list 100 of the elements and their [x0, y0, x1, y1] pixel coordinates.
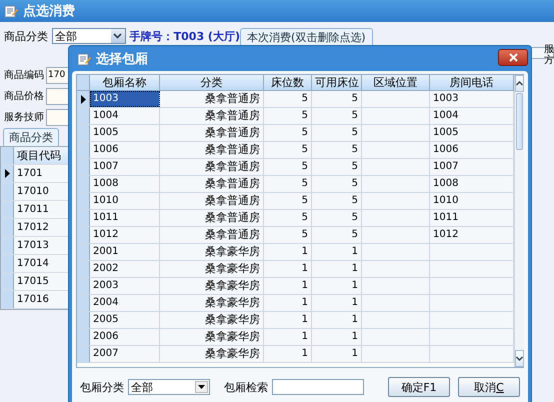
- table-cell[interactable]: 桑拿普通房: [160, 176, 264, 192]
- table-cell[interactable]: 5: [312, 125, 362, 141]
- table-cell[interactable]: 1: [312, 278, 362, 294]
- field-label: 商品编码: [4, 68, 44, 82]
- close-button[interactable]: [498, 49, 528, 66]
- dialog-title: 选择包厢: [96, 50, 148, 68]
- table-cell[interactable]: 5: [312, 142, 362, 158]
- table-cell-text: 17016: [16, 294, 50, 305]
- column-header: 项目代码: [16, 148, 62, 163]
- column-header: 区域位置: [362, 75, 430, 90]
- table-cell[interactable]: 5: [264, 108, 312, 124]
- table-cell[interactable]: 5: [312, 227, 362, 243]
- close-icon: [508, 53, 518, 62]
- scroll-down-icon: [516, 356, 523, 361]
- table-cell[interactable]: 桑拿豪华房: [160, 329, 264, 345]
- edit-icon: [77, 52, 91, 66]
- table-cell[interactable]: 5: [264, 91, 312, 107]
- table-cell[interactable]: 1: [312, 312, 362, 328]
- table-cell[interactable]: 1005: [90, 125, 160, 141]
- scroll-up-icon: [516, 81, 523, 86]
- field-label: 服务技师: [4, 110, 44, 124]
- table-cell[interactable]: 5: [264, 125, 312, 141]
- table-cell[interactable]: 5: [312, 159, 362, 175]
- table-cell[interactable]: 1008: [90, 176, 160, 192]
- category-dropdown[interactable]: 全部: [52, 28, 126, 44]
- table-cell[interactable]: 1011: [90, 210, 160, 226]
- column-header: 服: [544, 44, 554, 55]
- table-cell[interactable]: 2005: [90, 312, 160, 328]
- table-cell[interactable]: 1: [312, 261, 362, 277]
- table-cell[interactable]: 桑拿豪华房: [160, 278, 264, 294]
- table-cell-text: 17014: [16, 258, 50, 269]
- column-header: 包厢名称: [90, 75, 160, 90]
- table-cell[interactable]: 桑拿普通房: [160, 193, 264, 209]
- field-label: 商品价格: [4, 90, 44, 103]
- vertical-scrollbar[interactable]: [514, 75, 524, 367]
- room-type-dropdown[interactable]: 全部: [128, 379, 210, 395]
- table-cell[interactable]: 1012: [90, 227, 160, 243]
- table-cell[interactable]: 2002: [90, 261, 160, 277]
- table-cell[interactable]: 桑拿普通房: [160, 125, 264, 141]
- table-cell[interactable]: 1: [264, 346, 312, 362]
- table-cell-text: 17013: [16, 240, 50, 251]
- table-cell[interactable]: 1: [312, 244, 362, 260]
- table-cell[interactable]: 5: [264, 142, 312, 158]
- table-cell[interactable]: 1010: [90, 193, 160, 209]
- search-field[interactable]: [272, 379, 364, 395]
- table-cell[interactable]: 5: [312, 176, 362, 192]
- field-label: 商品分类: [4, 28, 48, 44]
- table-cell[interactable]: 桑拿普通房: [160, 142, 264, 158]
- table-cell[interactable]: 5: [264, 159, 312, 175]
- table-cell[interactable]: 1004: [90, 108, 160, 124]
- table-cell[interactable]: 桑拿普通房: [160, 159, 264, 175]
- edit-icon: [4, 4, 18, 18]
- table-cell[interactable]: 桑拿普通房: [160, 227, 264, 243]
- table-cell[interactable]: 桑拿普通房: [160, 210, 264, 226]
- scrollbar-thumb[interactable]: [516, 93, 523, 150]
- table-cell[interactable]: 2003: [90, 278, 160, 294]
- column-header: 床位数: [264, 75, 312, 90]
- table-cell[interactable]: 桑拿豪华房: [160, 244, 264, 260]
- table-cell[interactable]: 1003: [90, 91, 160, 107]
- table-cell-text: 1701: [16, 168, 44, 179]
- table-cell[interactable]: 桑拿豪华房: [160, 295, 264, 311]
- table-cell[interactable]: 2001: [90, 244, 160, 260]
- column-header: 可用床位: [312, 75, 362, 90]
- table-cell[interactable]: 2006: [90, 329, 160, 345]
- table-cell[interactable]: 1: [264, 244, 312, 260]
- table-cell[interactable]: 1: [312, 295, 362, 311]
- table-cell[interactable]: 1: [312, 329, 362, 345]
- table-cell[interactable]: 2007: [90, 346, 160, 362]
- table-cell[interactable]: 桑拿豪华房: [160, 312, 264, 328]
- table-cell[interactable]: 5: [264, 210, 312, 226]
- table-cell[interactable]: 1: [312, 346, 362, 362]
- table-cell[interactable]: 5: [312, 91, 362, 107]
- table-cell[interactable]: 1: [264, 312, 312, 328]
- table-cell-text: 17015: [16, 276, 50, 287]
- table-cell[interactable]: 5: [264, 176, 312, 192]
- field-label: 包厢检索: [224, 380, 268, 394]
- table-cell[interactable]: 5: [264, 193, 312, 209]
- dialog-button[interactable]: 取消C: [458, 377, 520, 397]
- table-cell[interactable]: 2004: [90, 295, 160, 311]
- table-cell[interactable]: 桑拿豪华房: [160, 261, 264, 277]
- table-cell[interactable]: 桑拿普通房: [160, 91, 264, 107]
- table-cell[interactable]: 桑拿豪华房: [160, 346, 264, 362]
- table-cell[interactable]: 1007: [90, 159, 160, 175]
- current-row-icon: [80, 94, 86, 104]
- table-cell[interactable]: 5: [312, 193, 362, 209]
- table-cell[interactable]: 5: [312, 108, 362, 124]
- table-cell-text: 17010: [16, 186, 50, 197]
- table-cell[interactable]: 5: [264, 227, 312, 243]
- column-header: 方: [544, 55, 554, 66]
- table-cell-text: 17012: [16, 222, 50, 233]
- table-cell[interactable]: 1: [264, 278, 312, 294]
- table-cell[interactable]: 1: [264, 261, 312, 277]
- column-header: 分类: [160, 75, 264, 90]
- table-cell[interactable]: 桑拿普通房: [160, 108, 264, 124]
- table-cell[interactable]: 1006: [90, 142, 160, 158]
- table-cell[interactable]: 5: [312, 210, 362, 226]
- tab[interactable]: 商品分类: [3, 128, 59, 146]
- dialog-button[interactable]: 确定F1: [388, 377, 450, 397]
- table-cell[interactable]: 1: [264, 295, 312, 311]
- table-cell[interactable]: 1: [264, 329, 312, 345]
